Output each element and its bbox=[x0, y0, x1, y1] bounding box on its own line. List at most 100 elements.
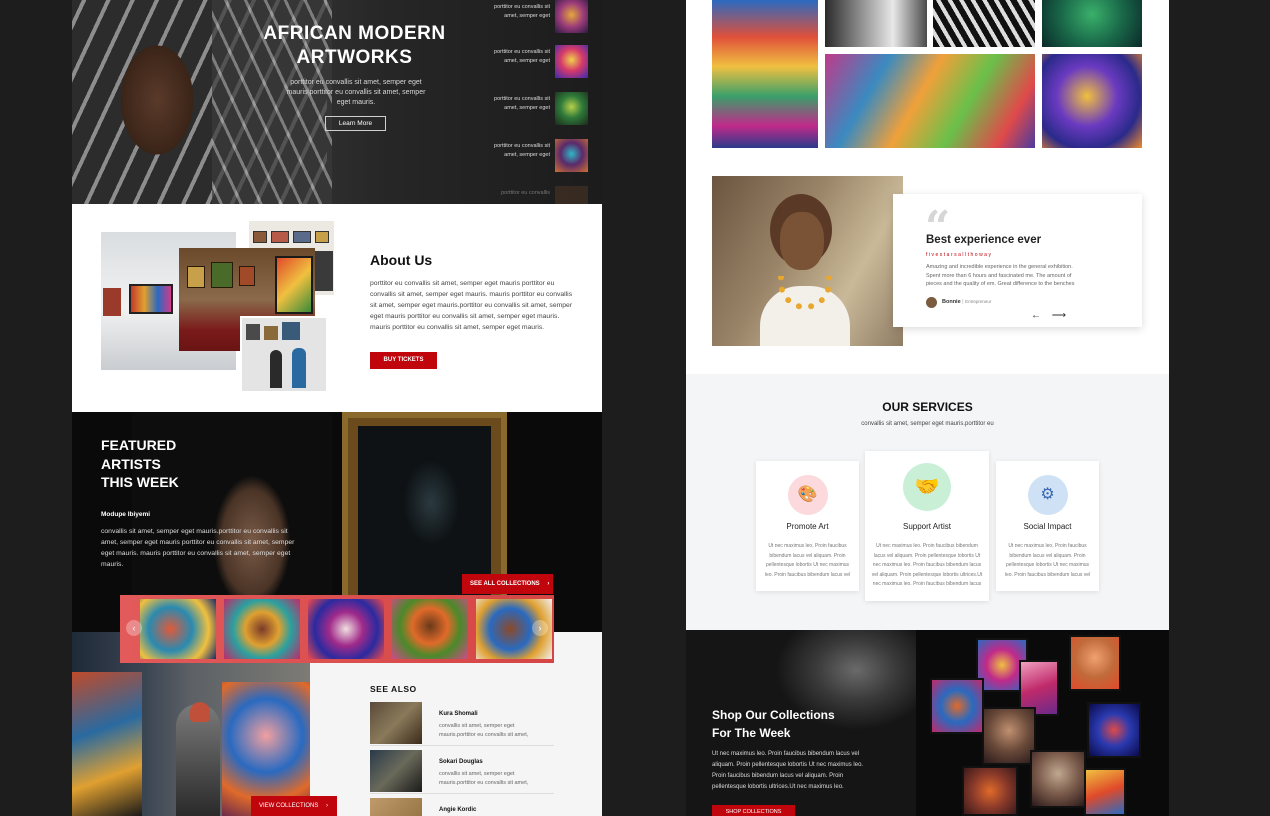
view-collections-button[interactable]: VIEW COLLECTIONS › bbox=[251, 796, 337, 816]
hero-side-card-text: porttitor eu convallis bbox=[501, 190, 550, 196]
services-subtitle: convallis sit amet, semper eget mauris.p… bbox=[861, 421, 994, 427]
see-also-thumb bbox=[370, 750, 422, 792]
testimonial-author: Bonnie | Entrepreneur bbox=[942, 299, 992, 305]
service-title: Promote Art bbox=[786, 522, 829, 531]
hero-side-card[interactable]: porttitor eu convallis sit amet, semper … bbox=[484, 45, 602, 79]
see-also-name: Kura Shomali bbox=[439, 711, 478, 717]
hero-title-line1: AFRICAN MODERN bbox=[263, 23, 446, 44]
featured-artist-name: Modupe Ibiyemi bbox=[101, 511, 151, 518]
service-card-promote-art[interactable]: 🎨 Promote Art Ut nec maximus leo. Proin … bbox=[756, 461, 859, 591]
featured-title-line1: FEATURED bbox=[101, 437, 177, 453]
testimonial-subtitle: fivestarsallthoway bbox=[926, 252, 993, 258]
buy-tickets-button[interactable]: BUY TICKETS bbox=[370, 352, 437, 369]
shop-artwork[interactable] bbox=[1069, 635, 1121, 691]
gallery-artwork[interactable] bbox=[1042, 54, 1142, 148]
carousel-prev-button[interactable]: ‹ bbox=[126, 620, 142, 636]
hero-side-card-thumb bbox=[555, 0, 588, 33]
see-also-item[interactable]: Kura Shomali convallis sit amet, semper … bbox=[370, 702, 554, 746]
see-all-label: SEE ALL COLLECTIONS bbox=[470, 581, 540, 587]
service-card-support-artist[interactable]: 🤝 Support Artist Ut nec maximus leo. Pro… bbox=[865, 451, 989, 601]
shop-collections-button[interactable]: SHOP COLLECTIONS bbox=[712, 805, 795, 816]
learn-more-button[interactable]: Learn More bbox=[325, 116, 386, 131]
see-also-item[interactable]: Angie Kordic bbox=[370, 798, 554, 816]
author-name: Bonnie bbox=[942, 299, 961, 305]
shop-artwork[interactable] bbox=[1030, 750, 1086, 808]
shop-section: Shop Our Collections For The Week Ut nec… bbox=[686, 630, 1169, 816]
shop-artwork[interactable] bbox=[962, 766, 1018, 816]
hero-side-card[interactable]: porttitor eu convallis sit amet, semper … bbox=[484, 139, 602, 173]
hero-subtitle: porttitor eu convallis sit amet, semper … bbox=[286, 79, 426, 106]
hero-side-card-thumb bbox=[555, 45, 588, 78]
gallery-artwork[interactable] bbox=[712, 0, 818, 148]
view-collections-label: VIEW COLLECTIONS bbox=[259, 803, 319, 809]
service-desc: Ut nec maximus leo. Proin faucibus biben… bbox=[871, 543, 983, 587]
carousel-artwork[interactable] bbox=[392, 599, 468, 659]
testimonial-title: Best experience ever bbox=[926, 234, 1042, 246]
hero-side-card-text: porttitor eu convallis sit amet, semper … bbox=[494, 143, 550, 158]
see-also-name: Sokari Douglas bbox=[439, 759, 483, 765]
service-desc: Ut nec maximus leo. Proin faucibus biben… bbox=[764, 543, 851, 578]
testimonial-body: Amazing and incredible experience in the… bbox=[926, 264, 1075, 287]
hero-section: AFRICAN MODERN ARTWORKS porttitor eu con… bbox=[72, 0, 602, 204]
see-also-name: Angie Kordic bbox=[439, 807, 477, 813]
testimonial-photo bbox=[712, 176, 903, 346]
hero-side-card[interactable]: porttitor eu convallis sit amet, semper … bbox=[484, 0, 602, 34]
avatar bbox=[926, 297, 937, 308]
about-body: porttitor eu convallis sit amet, semper … bbox=[370, 280, 573, 331]
carousel-next-button[interactable]: › bbox=[532, 620, 548, 636]
services-section: OUR SERVICES convallis sit amet, semper … bbox=[686, 374, 1169, 630]
hero-side-card[interactable]: porttitor eu convallis sit amet, semper … bbox=[484, 92, 602, 126]
author-role: Entrepreneur bbox=[965, 299, 992, 304]
carousel-artwork[interactable] bbox=[224, 599, 300, 659]
service-title: Support Artist bbox=[902, 522, 952, 531]
carousel-artwork[interactable] bbox=[140, 599, 216, 659]
right-page: “ Best experience ever fivestarsallthowa… bbox=[686, 0, 1169, 816]
featured-artist-bio: convallis sit amet, semper eget mauris.p… bbox=[101, 528, 295, 568]
shop-title-line2: For The Week bbox=[712, 726, 791, 740]
testimonial-card: “ Best experience ever fivestarsallthowa… bbox=[893, 194, 1142, 327]
hero-title-line2: ARTWORKS bbox=[296, 47, 413, 68]
see-all-collections-button[interactable]: SEE ALL COLLECTIONS › bbox=[462, 574, 553, 594]
shop-title-line1: Shop Our Collections bbox=[712, 708, 835, 722]
palette-icon: 🎨 bbox=[787, 475, 828, 515]
left-page: AFRICAN MODERN ARTWORKS porttitor eu con… bbox=[72, 0, 602, 816]
testimonial-nav-arrows[interactable]: ← ⟶ bbox=[1031, 310, 1070, 321]
shop-artwork[interactable] bbox=[1084, 768, 1126, 816]
see-also-item[interactable]: Sokari Douglas convallis sit amet, sempe… bbox=[370, 750, 554, 794]
gallery-artwork[interactable] bbox=[825, 54, 1035, 148]
shop-body: Ut nec maximus leo. Proin faucibus biben… bbox=[712, 751, 864, 790]
shop-artwork[interactable] bbox=[1087, 702, 1141, 758]
gallery-photo bbox=[240, 316, 328, 393]
hero-side-card-text: porttitor eu convallis sit amet, semper … bbox=[494, 49, 550, 64]
handshake-icon: 🤝 bbox=[903, 463, 951, 511]
see-also-desc: convallis sit amet, semper eget mauris.p… bbox=[439, 771, 529, 786]
services-title: OUR SERVICES bbox=[882, 400, 973, 414]
gallery-artwork[interactable] bbox=[1042, 0, 1142, 47]
hero-side-card-thumb bbox=[555, 139, 588, 172]
about-title: About Us bbox=[370, 252, 433, 268]
see-also-desc: convallis sit amet, semper eget mauris.p… bbox=[439, 723, 529, 738]
featured-title-line2: ARTISTS bbox=[101, 455, 161, 472]
service-desc: Ut nec maximus leo. Proin faucibus biben… bbox=[1004, 543, 1091, 578]
see-also-thumb bbox=[370, 702, 422, 744]
service-card-social-impact[interactable]: ⚙ Social Impact Ut nec maximus leo. Proi… bbox=[996, 461, 1099, 591]
gallery-artwork[interactable] bbox=[825, 0, 927, 47]
about-section: About Us porttitor eu convallis sit amet… bbox=[72, 204, 602, 412]
see-also-thumb bbox=[370, 798, 422, 816]
featured-title-line3: THIS WEEK bbox=[101, 474, 179, 490]
artwork-carousel: ‹ › bbox=[120, 595, 554, 663]
see-also-title: SEE ALSO bbox=[370, 684, 417, 694]
carousel-artwork[interactable] bbox=[308, 599, 384, 659]
hero-side-card-thumb bbox=[555, 92, 588, 125]
hero-side-card[interactable]: porttitor eu convallis bbox=[484, 186, 602, 204]
featured-title: FEATURED ARTISTS THIS WEEK bbox=[101, 436, 179, 492]
network-icon: ⚙ bbox=[1027, 475, 1068, 515]
service-title: Social Impact bbox=[1023, 522, 1072, 531]
gallery-artwork[interactable] bbox=[933, 0, 1035, 47]
shop-artwork[interactable] bbox=[930, 678, 984, 734]
hero-title: AFRICAN MODERN ARTWORKS bbox=[247, 22, 462, 70]
hero-side-card-text: porttitor eu convallis sit amet, semper … bbox=[494, 4, 550, 19]
chevron-right-icon: › bbox=[326, 803, 329, 809]
hero-side-card-text: porttitor eu convallis sit amet, semper … bbox=[494, 96, 550, 111]
shop-artwork[interactable] bbox=[982, 707, 1036, 765]
